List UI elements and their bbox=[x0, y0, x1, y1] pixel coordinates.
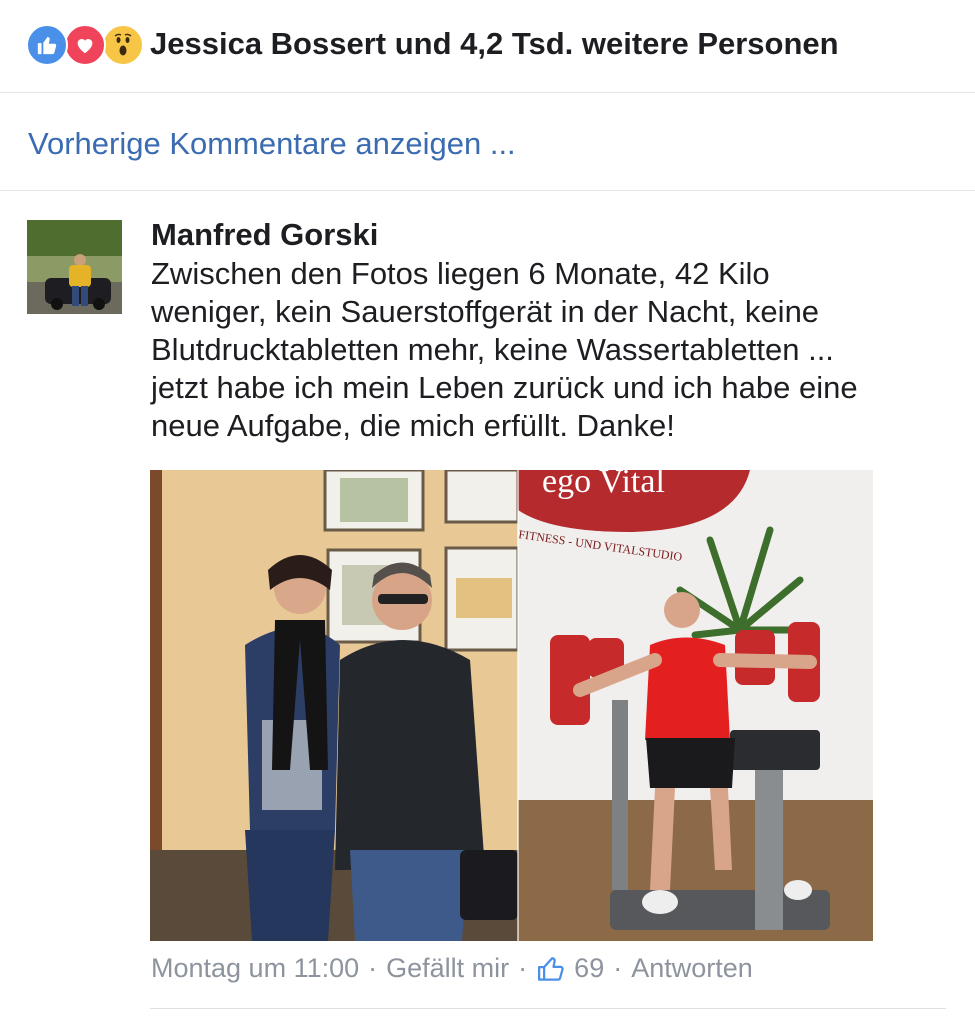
thumbs-up-icon[interactable] bbox=[536, 953, 566, 983]
comment-line: Zwischen den Fotos liegen 6 Monate, 42 K… bbox=[151, 256, 770, 291]
love-reaction-icon bbox=[64, 24, 106, 66]
previous-comments-link[interactable]: Vorherige Kommentare anzeigen ... bbox=[28, 124, 516, 164]
comment-photo[interactable]: ego Vital FITNESS - UND VITALSTUDIO bbox=[150, 470, 873, 941]
comment-line: jetzt habe ich mein Leben zurück und ich… bbox=[151, 370, 858, 405]
like-comment-link[interactable]: Gefällt mir bbox=[386, 946, 509, 990]
comment-line: neue Aufgabe, die mich erfüllt. Danke! bbox=[151, 408, 675, 443]
comment-author[interactable]: Manfred Gorski bbox=[151, 214, 378, 256]
like-count: 69 bbox=[574, 953, 605, 983]
meta-separator: · bbox=[518, 953, 528, 983]
sign-text: ego Vital bbox=[542, 470, 665, 500]
comment-text: Zwischen den Fotos liegen 6 Monate, 42 K… bbox=[151, 255, 951, 445]
divider bbox=[150, 1008, 946, 1009]
reply-link[interactable]: Antworten bbox=[631, 946, 753, 990]
comment-line: weniger, kein Sauerstoffgerät in der Nac… bbox=[151, 294, 820, 329]
comment-line: Blutdrucktabletten mehr, keine Wassertab… bbox=[151, 332, 834, 367]
reactions-bar[interactable]: Jessica Bossert und 4,2 Tsd. weitere Per… bbox=[0, 0, 975, 93]
reactions-summary[interactable]: Jessica Bossert und 4,2 Tsd. weitere Per… bbox=[150, 22, 839, 66]
comment-timestamp[interactable]: Montag um 11:00 bbox=[151, 946, 359, 990]
meta-separator: · bbox=[613, 953, 623, 983]
meta-separator: · bbox=[368, 953, 378, 983]
avatar[interactable] bbox=[27, 220, 122, 314]
comment-meta: Montag um 11:00 · Gefällt mir · 69 · Ant… bbox=[151, 946, 753, 990]
like-reaction-icon bbox=[26, 24, 68, 66]
wow-reaction-icon bbox=[102, 24, 144, 66]
reaction-icons[interactable] bbox=[26, 24, 146, 66]
